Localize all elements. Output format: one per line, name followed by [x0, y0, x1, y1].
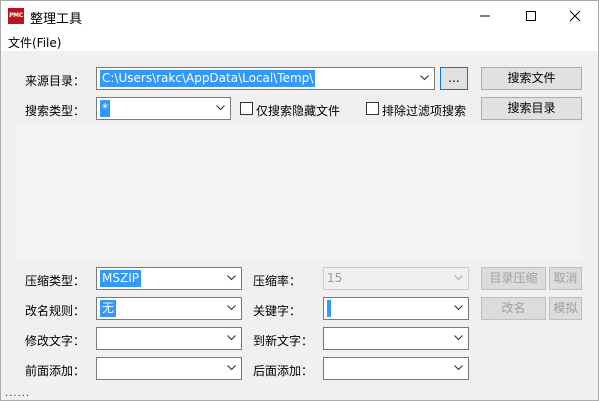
chevron-down-icon — [227, 365, 236, 371]
source-dir-label: 来源目录： — [25, 74, 86, 88]
simulate-button[interactable]: 模拟 — [549, 297, 582, 320]
results-list[interactable] — [15, 124, 583, 261]
close-icon — [569, 10, 581, 22]
search-type-combo[interactable]: * — [96, 97, 231, 120]
chevron-down-icon — [216, 105, 225, 111]
search-type-value: * — [100, 100, 110, 117]
compress-type-combo[interactable]: MSZIP — [96, 267, 242, 290]
chevron-down-icon — [227, 335, 236, 341]
dir-compress-button[interactable]: 目录压缩 — [481, 267, 546, 290]
suffix-combo[interactable] — [323, 357, 469, 380]
menu-file[interactable]: 文件(File) — [8, 34, 61, 51]
chevron-down-icon — [454, 305, 463, 311]
compress-type-label: 压缩类型： — [25, 274, 86, 288]
rename-rule-value: 无 — [100, 300, 117, 317]
chevron-down-icon — [227, 305, 236, 311]
maximize-button[interactable] — [508, 1, 554, 31]
prefix-label: 前面添加： — [25, 364, 86, 378]
rename-rule-label: 改名规则： — [25, 304, 86, 318]
rename-button[interactable]: 改名 — [481, 297, 546, 320]
main-window: PMC 整理工具 文件(File) 来源目录： C:\Users\rakc\Ap… — [0, 0, 599, 401]
menu-bar: 文件(File) — [1, 31, 598, 51]
app-logo-icon: PMC — [8, 8, 24, 24]
search-files-button[interactable]: 搜索文件 — [481, 67, 582, 90]
exclude-filter-checkbox[interactable] — [366, 102, 379, 115]
keyword-value — [327, 300, 331, 317]
hidden-only-label: 仅搜索隐藏文件 — [256, 104, 341, 118]
chevron-down-icon — [454, 365, 463, 371]
keyword-label: 关键字： — [253, 304, 302, 318]
browse-button[interactable]: ... — [440, 67, 468, 90]
new-text-label: 到新文字： — [253, 334, 314, 348]
compress-rate-combo[interactable]: 15 — [323, 267, 469, 290]
hidden-only-checkbox[interactable] — [240, 102, 253, 115]
chevron-down-icon — [454, 335, 463, 341]
modify-text-combo[interactable] — [96, 327, 242, 350]
minimize-icon — [480, 15, 490, 17]
status-bar-text: ...... — [5, 388, 31, 399]
source-dir-value: C:\Users\rakc\AppData\Local\Temp\ — [100, 70, 316, 87]
compress-rate-value: 15 — [327, 271, 343, 285]
suffix-label: 后面添加： — [253, 364, 314, 378]
title-bar[interactable]: PMC 整理工具 — [1, 1, 598, 31]
chevron-down-icon — [454, 275, 463, 281]
search-dirs-button[interactable]: 搜索目录 — [481, 97, 582, 120]
search-type-label: 搜索类型： — [25, 104, 86, 118]
window-title: 整理工具 — [30, 12, 83, 27]
keyword-combo[interactable] — [323, 297, 469, 320]
chevron-down-icon — [227, 275, 236, 281]
exclude-filter-label: 排除过滤项搜索 — [382, 104, 467, 118]
chevron-down-icon — [420, 75, 429, 81]
new-text-combo[interactable] — [323, 327, 469, 350]
source-dir-combo[interactable]: C:\Users\rakc\AppData\Local\Temp\ — [96, 67, 435, 90]
compress-type-value: MSZIP — [100, 270, 141, 287]
maximize-icon — [526, 11, 536, 21]
cancel-button[interactable]: 取消 — [549, 267, 582, 290]
client-area: 来源目录： C:\Users\rakc\AppData\Local\Temp\ … — [1, 51, 598, 400]
compress-rate-label: 压缩率： — [253, 274, 302, 288]
rename-rule-combo[interactable]: 无 — [96, 297, 242, 320]
minimize-button[interactable] — [462, 1, 508, 31]
close-button[interactable] — [552, 1, 598, 31]
prefix-combo[interactable] — [96, 357, 242, 380]
modify-text-label: 修改文字： — [25, 334, 86, 348]
